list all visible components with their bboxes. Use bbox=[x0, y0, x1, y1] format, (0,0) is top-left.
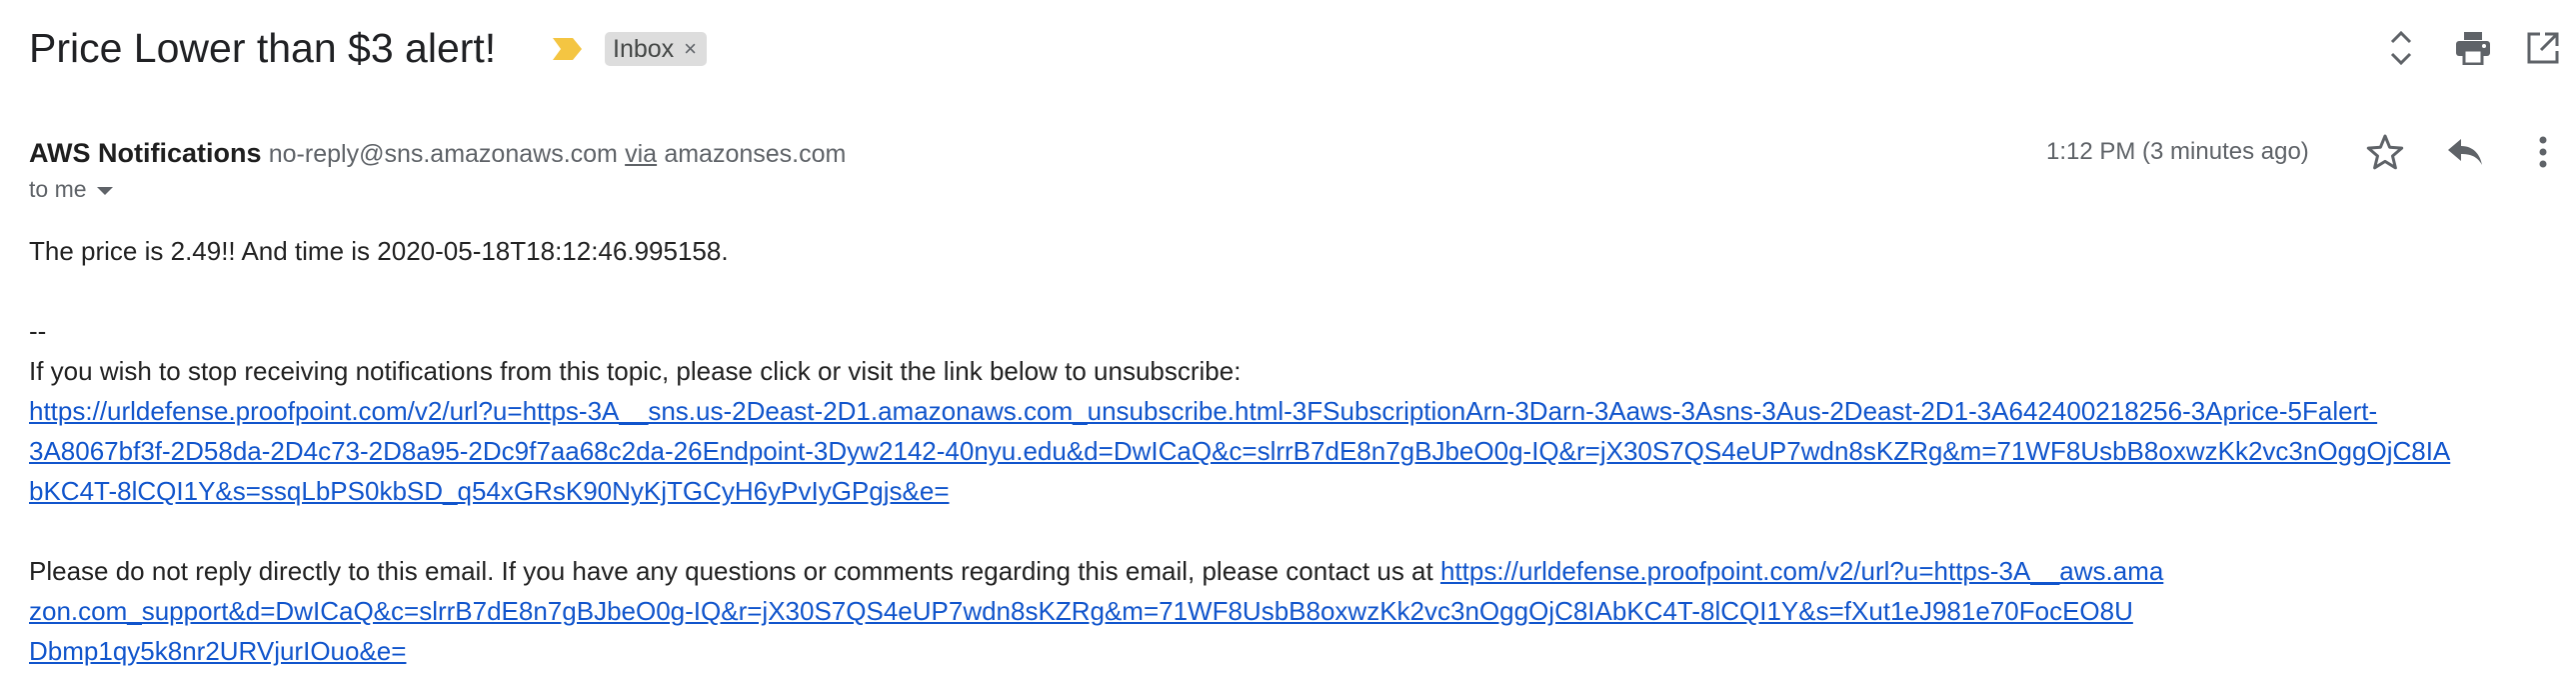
unsubscribe-link[interactable]: bKC4T-8lCQI1Y&s=ssqLbPS0kbSD_q54xGRsK90N… bbox=[29, 471, 950, 511]
email-subject: Price Lower than $3 alert! bbox=[29, 25, 497, 71]
unsubscribe-link[interactable]: https://urldefense.proofpoint.com/v2/url… bbox=[29, 391, 2377, 431]
expand-collapse-icon[interactable] bbox=[2379, 26, 2423, 70]
via-link[interactable]: via bbox=[625, 140, 657, 168]
recipient-text: to me bbox=[29, 176, 87, 202]
sender-name[interactable]: AWS Notifications bbox=[29, 138, 262, 168]
support-link[interactable]: https://urldefense.proofpoint.com/v2/url… bbox=[1440, 556, 2163, 586]
label-chip-inbox[interactable]: Inbox × bbox=[605, 32, 708, 66]
unsubscribe-link[interactable]: 3A8067bf3f-2D58da-2D4c73-2D8a95-2Dc9f7aa… bbox=[29, 431, 2450, 471]
support-link[interactable]: Dbmp1qy5k8nr2URVjurIOuo&e= bbox=[29, 631, 406, 671]
unsubscribe-intro: If you wish to stop receiving notificati… bbox=[29, 356, 1242, 386]
sender-email: no-reply@sns.amazonaws.com bbox=[268, 140, 618, 168]
reply-icon[interactable] bbox=[2441, 130, 2489, 174]
more-vertical-icon[interactable] bbox=[2521, 130, 2565, 174]
remove-label-icon[interactable]: × bbox=[684, 36, 697, 62]
contact-text: Please do not reply directly to this ema… bbox=[29, 556, 1440, 586]
important-marker-icon[interactable] bbox=[551, 36, 584, 62]
body-price-line: The price is 2.49!! And time is 2020-05-… bbox=[29, 236, 729, 266]
star-icon[interactable] bbox=[2363, 130, 2407, 174]
via-domain: amazonses.com bbox=[664, 140, 847, 168]
contact-line: Please do not reply directly to this ema… bbox=[29, 551, 2163, 591]
body-separator: -- bbox=[29, 316, 47, 346]
sender-line: AWS Notifications no-reply@sns.amazonaws… bbox=[29, 136, 846, 171]
support-link[interactable]: zon.com_support&d=DwICaQ&c=slrrB7dE8n7gB… bbox=[29, 591, 2133, 631]
message-timestamp: 1:12 PM (3 minutes ago) bbox=[2046, 138, 2309, 165]
recipient-details-toggle[interactable]: to me bbox=[29, 176, 113, 203]
label-chip-text: Inbox bbox=[613, 34, 675, 63]
open-in-new-window-icon[interactable] bbox=[2521, 26, 2565, 70]
print-icon[interactable] bbox=[2451, 26, 2495, 70]
caret-down-icon bbox=[96, 186, 113, 195]
